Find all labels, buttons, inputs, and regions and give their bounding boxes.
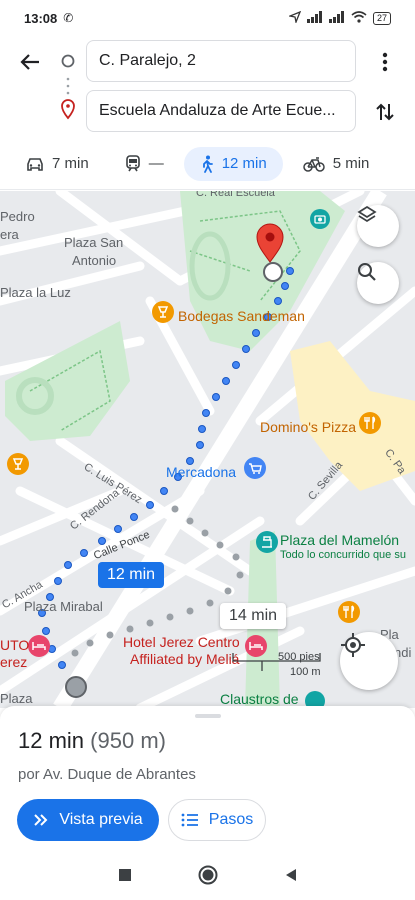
system-nav-bar xyxy=(0,850,415,900)
label-plaza-mirabal: Plaza Mirabal xyxy=(24,599,103,614)
my-location-button[interactable] xyxy=(340,632,398,690)
label-hotel-1[interactable]: Hotel Jerez Centro xyxy=(123,634,240,651)
label-plaza-san: Plaza San xyxy=(64,235,124,250)
label-plaza-la-luz: Plaza la Luz xyxy=(0,285,71,300)
back-nav-icon[interactable] xyxy=(283,867,299,883)
double-chevron-right-icon xyxy=(34,814,48,826)
label-bodegas-sandeman[interactable]: Bodegas Sandeman xyxy=(178,308,305,324)
back-button[interactable] xyxy=(16,48,44,76)
label-plaza-mamelon[interactable]: Plaza del Mamelón xyxy=(280,532,399,548)
label-pedro: Pedro xyxy=(0,209,35,224)
preview-button[interactable]: Vista previa xyxy=(17,799,159,841)
label-hotel-2: Affiliated by Meliá xyxy=(130,651,240,667)
steps-button[interactable]: Pasos xyxy=(168,799,266,841)
train-icon xyxy=(125,154,140,171)
label-claustros[interactable]: Claustros de xyxy=(220,691,299,707)
car-icon xyxy=(27,157,43,171)
destination-pin-icon[interactable] xyxy=(255,223,285,263)
primary-route-time-tag[interactable]: 12 min xyxy=(98,562,165,588)
route-summary-sheet[interactable]: 12 min (950 m) por Av. Duque de Abrantes… xyxy=(0,706,415,850)
status-time: 13:08 xyxy=(24,10,58,26)
route-distance: (950 m) xyxy=(90,728,166,753)
swap-button[interactable] xyxy=(371,98,399,126)
label-era: era xyxy=(0,227,19,242)
tab-car[interactable]: 7 min xyxy=(10,147,105,181)
alt-route-time-tag[interactable]: 14 min xyxy=(220,603,287,629)
label-erez: erez xyxy=(0,654,28,670)
home-icon[interactable] xyxy=(197,864,219,886)
swap-vert-icon xyxy=(376,103,394,121)
location-arrow-icon xyxy=(287,10,302,26)
more-options-button[interactable] xyxy=(373,50,397,74)
more-vert-icon xyxy=(382,52,388,72)
grocery-icon[interactable] xyxy=(244,457,266,479)
origin-marker-icon xyxy=(65,676,87,698)
steps-button-label: Pasos xyxy=(208,811,254,828)
battery-icon: 27 xyxy=(372,11,391,25)
map-view[interactable]: C. Real Escuela Pedro era Plaza San Anto… xyxy=(0,191,415,708)
scale-ft-label: 500 pies xyxy=(278,651,320,663)
walk-icon xyxy=(202,155,213,173)
directions-header: C. Paralejo, 2 Escuela Andaluza de Arte … xyxy=(0,36,415,136)
tab-walk[interactable]: 12 min xyxy=(183,146,283,181)
label-plaza-bottom: Plaza xyxy=(0,691,33,706)
bike-icon xyxy=(302,156,325,172)
my-location-icon xyxy=(341,633,365,657)
label-mercadona[interactable]: Mercadona xyxy=(166,464,236,480)
status-icons: 27 xyxy=(287,10,391,26)
signal-icon xyxy=(306,10,323,26)
landmark-icon[interactable] xyxy=(256,531,278,553)
primary-route-line xyxy=(38,267,294,669)
hotel-icon[interactable] xyxy=(28,635,50,657)
list-icon xyxy=(181,813,198,827)
arrow-left-icon xyxy=(20,54,39,70)
search-along-route-button[interactable] xyxy=(357,262,399,304)
status-bar: 13:08 ✆ 27 xyxy=(0,0,415,36)
restaurant-icon[interactable] xyxy=(359,412,381,434)
label-uto: UTO xyxy=(0,637,30,653)
route-via: por Av. Duque de Abrantes xyxy=(18,766,196,783)
tab-car-label: 7 min xyxy=(52,155,89,172)
map-scale: 500 pies 100 m xyxy=(232,649,322,679)
label-real-escuela: C. Real Escuela xyxy=(196,191,275,199)
wine-bar-2-icon[interactable] xyxy=(7,453,29,475)
search-icon xyxy=(358,263,376,281)
wine-bar-icon[interactable] xyxy=(152,301,174,323)
call-forward-icon: ✆ xyxy=(63,11,74,25)
sheet-drag-handle[interactable] xyxy=(195,714,221,718)
wifi-icon xyxy=(351,10,367,26)
layers-button[interactable] xyxy=(357,205,399,247)
route-end-icon xyxy=(263,262,283,282)
destination-field[interactable]: Escuela Andaluza de Arte Ecue... xyxy=(86,90,356,132)
label-mamelon-sub: Todo lo concurrido que su xyxy=(280,549,406,561)
recents-icon[interactable] xyxy=(117,867,133,883)
route-summary: 12 min (950 m) xyxy=(18,728,166,754)
tab-bike[interactable]: 5 min xyxy=(287,147,386,181)
route-duration: 12 min xyxy=(18,728,85,753)
origin-field[interactable]: C. Paralejo, 2 xyxy=(86,40,356,82)
layers-icon xyxy=(357,205,377,223)
tab-bike-label: 5 min xyxy=(332,155,370,172)
travel-mode-tabs: 7 min — 12 min 5 min xyxy=(0,138,415,190)
restaurant-2-icon[interactable] xyxy=(338,601,360,623)
tab-transit-label: — xyxy=(148,155,164,172)
tab-walk-label: 12 min xyxy=(221,155,267,172)
signal-2-icon xyxy=(328,10,345,26)
label-antonio: Antonio xyxy=(72,253,117,268)
preview-button-label: Vista previa xyxy=(59,811,143,828)
label-dominos[interactable]: Domino's Pizza xyxy=(260,419,356,435)
route-connector-icon xyxy=(61,54,75,120)
scale-m-label: 100 m xyxy=(290,666,321,678)
tab-transit[interactable]: — xyxy=(109,147,180,181)
camera-icon[interactable] xyxy=(310,209,330,229)
